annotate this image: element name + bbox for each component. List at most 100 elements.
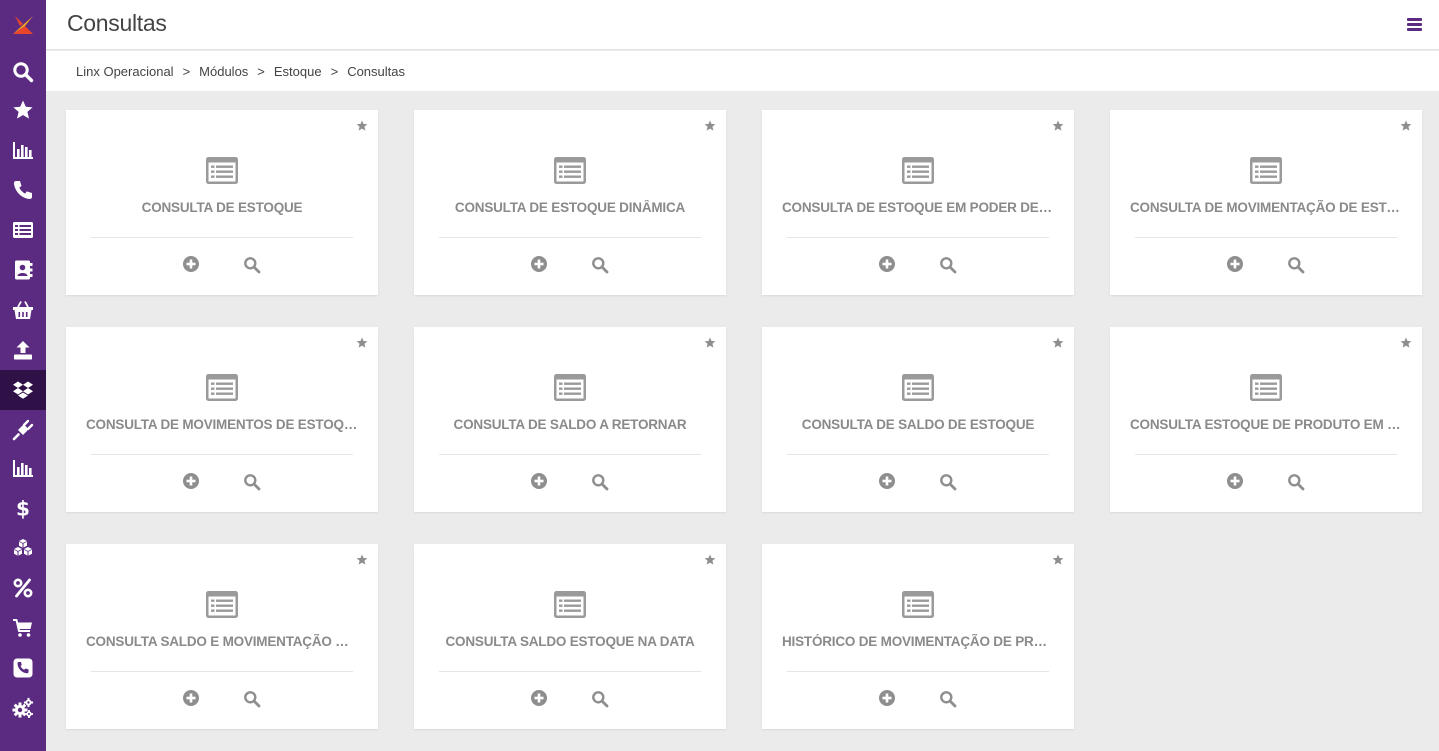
search-icon[interactable] — [1287, 256, 1305, 274]
favorite-star-icon[interactable] — [356, 554, 368, 566]
sidebar-cubes-icon[interactable] — [0, 528, 46, 568]
card-title[interactable]: CONSULTA DE SALDO DE ESTOQUE — [782, 417, 1054, 432]
list-icon — [902, 591, 934, 618]
add-circle-icon[interactable] — [531, 690, 547, 706]
add-circle-icon[interactable] — [879, 256, 895, 272]
header: Consultas — [46, 0, 1439, 50]
add-circle-icon[interactable] — [879, 690, 895, 706]
consulta-card[interactable]: CONSULTA DE ESTOQUE DINÂMICA — [414, 110, 726, 295]
list-icon — [902, 374, 934, 401]
favorite-star-icon[interactable] — [356, 337, 368, 349]
add-circle-icon[interactable] — [531, 473, 547, 489]
add-circle-icon[interactable] — [1227, 473, 1243, 489]
consulta-card[interactable]: CONSULTA DE MOVIMENTAÇÃO DE ESTOQUE ... — [1110, 110, 1422, 295]
add-circle-icon[interactable] — [183, 473, 199, 489]
sidebar-list-icon[interactable] — [0, 210, 46, 250]
favorite-star-icon[interactable] — [1400, 120, 1412, 132]
consulta-card[interactable]: CONSULTA ESTOQUE DE PRODUTO EM PODE... — [1110, 327, 1422, 512]
card-title[interactable]: CONSULTA DE ESTOQUE DINÂMICA — [434, 200, 706, 215]
sidebar-percent-icon[interactable] — [0, 568, 46, 608]
favorite-star-icon[interactable] — [356, 120, 368, 132]
sidebar-dollar-icon[interactable]: $ — [0, 488, 46, 528]
linx-logo-icon[interactable] — [0, 0, 46, 50]
hamburger-menu-icon[interactable] — [1407, 16, 1423, 32]
card-title[interactable]: CONSULTA DE MOVIMENTOS DE ESTOQUE DE ... — [86, 417, 358, 432]
list-icon — [206, 157, 238, 184]
sidebar-plug-icon[interactable] — [0, 410, 46, 450]
sidebar-bar-chart-icon[interactable] — [0, 130, 46, 170]
card-title[interactable]: HISTÓRICO DE MOVIMENTAÇÃO DE PRODUTO — [782, 634, 1054, 649]
consulta-card[interactable]: HISTÓRICO DE MOVIMENTAÇÃO DE PRODUTO — [762, 544, 1074, 729]
consulta-card[interactable]: CONSULTA DE MOVIMENTOS DE ESTOQUE DE ... — [66, 327, 378, 512]
add-circle-icon[interactable] — [531, 256, 547, 272]
card-divider — [91, 237, 353, 238]
card-title[interactable]: CONSULTA DE SALDO A RETORNAR — [434, 417, 706, 432]
page-title: Consultas — [67, 10, 167, 36]
sidebar: $ — [0, 0, 46, 751]
card-divider — [787, 671, 1049, 672]
consulta-card[interactable]: CONSULTA DE SALDO DE ESTOQUE — [762, 327, 1074, 512]
search-icon[interactable] — [939, 473, 957, 491]
consulta-card[interactable]: CONSULTA DE SALDO A RETORNAR — [414, 327, 726, 512]
breadcrumb-item-estoque[interactable]: Estoque — [274, 64, 322, 79]
card-divider — [439, 237, 701, 238]
card-title[interactable]: CONSULTA ESTOQUE DE PRODUTO EM PODE... — [1130, 417, 1402, 432]
list-icon — [554, 157, 586, 184]
favorite-star-icon[interactable] — [1400, 337, 1412, 349]
card-title[interactable]: CONSULTA SALDO ESTOQUE NA DATA — [434, 634, 706, 649]
card-title[interactable]: CONSULTA SALDO E MOVIMENTAÇÃO DE EST... — [86, 634, 358, 649]
card-divider — [1135, 237, 1397, 238]
add-circle-icon[interactable] — [183, 256, 199, 272]
add-circle-icon[interactable] — [879, 473, 895, 489]
card-title[interactable]: CONSULTA DE MOVIMENTAÇÃO DE ESTOQUE ... — [1130, 200, 1402, 215]
sidebar-phone-square-icon[interactable] — [0, 648, 46, 688]
sidebar-contacts-icon[interactable] — [0, 250, 46, 290]
favorite-star-icon[interactable] — [1052, 337, 1064, 349]
list-icon — [1250, 374, 1282, 401]
sidebar-star-icon[interactable] — [0, 90, 46, 130]
consulta-card[interactable]: CONSULTA SALDO ESTOQUE NA DATA — [414, 544, 726, 729]
sidebar-cart-icon[interactable] — [0, 608, 46, 648]
list-icon — [554, 374, 586, 401]
search-icon[interactable] — [939, 256, 957, 274]
card-divider — [439, 454, 701, 455]
sidebar-upload-icon[interactable] — [0, 330, 46, 370]
search-icon[interactable] — [1287, 473, 1305, 491]
search-icon[interactable] — [591, 256, 609, 274]
favorite-star-icon[interactable] — [704, 337, 716, 349]
consulta-card[interactable]: CONSULTA SALDO E MOVIMENTAÇÃO DE EST... — [66, 544, 378, 729]
sidebar-search-icon[interactable] — [0, 52, 46, 92]
favorite-star-icon[interactable] — [704, 554, 716, 566]
sidebar-bar-chart-icon[interactable] — [0, 448, 46, 488]
sidebar-phone-icon[interactable] — [0, 170, 46, 210]
favorite-star-icon[interactable] — [1052, 554, 1064, 566]
sidebar-dropbox-icon[interactable] — [0, 370, 46, 410]
favorite-star-icon[interactable] — [1052, 120, 1064, 132]
card-divider — [1135, 454, 1397, 455]
card-divider — [91, 454, 353, 455]
list-icon — [1250, 157, 1282, 184]
search-icon[interactable] — [243, 690, 261, 708]
sidebar-gears-icon[interactable] — [0, 688, 46, 728]
card-title[interactable]: CONSULTA DE ESTOQUE — [86, 200, 358, 215]
breadcrumb-item-modulos[interactable]: Módulos — [199, 64, 248, 79]
list-icon — [206, 591, 238, 618]
list-icon — [554, 591, 586, 618]
favorite-star-icon[interactable] — [704, 120, 716, 132]
consulta-card[interactable]: CONSULTA DE ESTOQUE — [66, 110, 378, 295]
add-circle-icon[interactable] — [183, 690, 199, 706]
search-icon[interactable] — [939, 690, 957, 708]
card-divider — [91, 671, 353, 672]
search-icon[interactable] — [591, 473, 609, 491]
search-icon[interactable] — [243, 256, 261, 274]
card-divider — [787, 237, 1049, 238]
card-title[interactable]: CONSULTA DE ESTOQUE EM PODER DE TERC... — [782, 200, 1054, 215]
breadcrumb-separator: > — [257, 63, 265, 79]
breadcrumb-item-linx-operacional[interactable]: Linx Operacional — [76, 64, 174, 79]
list-icon — [206, 374, 238, 401]
add-circle-icon[interactable] — [1227, 256, 1243, 272]
consulta-card[interactable]: CONSULTA DE ESTOQUE EM PODER DE TERC... — [762, 110, 1074, 295]
sidebar-basket-icon[interactable] — [0, 290, 46, 330]
search-icon[interactable] — [243, 473, 261, 491]
search-icon[interactable] — [591, 690, 609, 708]
